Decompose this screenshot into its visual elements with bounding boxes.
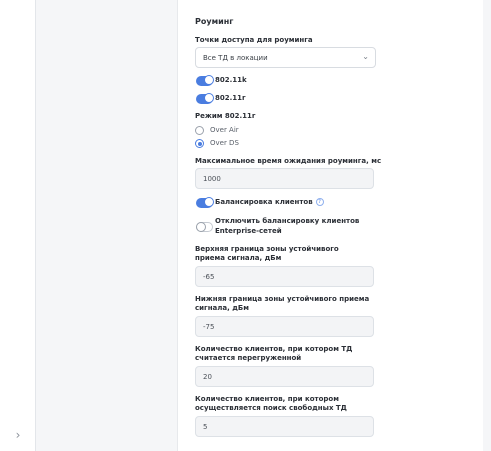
overload-value: 20 <box>203 373 212 381</box>
client-balancing-label-row: Балансировка клиентов? <box>215 198 324 206</box>
roaming-settings-panel: Роуминг Точки доступа для роуминга Все Т… <box>177 0 484 451</box>
search-label: Количество клиентов, при котором осущест… <box>195 395 347 412</box>
radio-over-air-label: Over Air <box>210 126 239 134</box>
lower-bound-label: Нижняя граница зоны устойчивого приема с… <box>195 295 370 312</box>
mode-label: Режим 802.11r <box>195 112 256 120</box>
left-gutter <box>36 0 177 451</box>
toggle-80211k-label: 802.11k <box>215 76 247 84</box>
access-points-select-value: Все ТД в локации <box>203 54 268 62</box>
access-points-label: Точки доступа для роуминга <box>195 36 313 44</box>
upper-bound-label: Верхняя граница зоны устойчивого приема … <box>195 245 339 262</box>
overload-input[interactable]: 20 <box>195 366 374 387</box>
toggle-80211r-label: 802.11r <box>215 94 246 102</box>
info-icon[interactable]: ? <box>315 198 324 206</box>
toggle-80211r[interactable] <box>196 93 214 104</box>
left-panel: › <box>0 0 36 451</box>
section-title: Роуминг <box>195 17 234 26</box>
upper-bound-value: -65 <box>203 273 215 281</box>
radio-over-ds[interactable] <box>195 139 204 148</box>
right-edge <box>483 0 491 451</box>
disable-enterprise-balancing-label: Отключить балансировку клиентов Enterpri… <box>215 217 360 235</box>
chevron-down-icon: ⌄ <box>362 52 369 61</box>
chevron-right-icon[interactable]: › <box>12 428 24 442</box>
max-wait-value: 1000 <box>203 175 221 183</box>
lower-bound-value: -75 <box>203 323 215 331</box>
upper-bound-input[interactable]: -65 <box>195 266 374 287</box>
max-wait-input[interactable]: 1000 <box>195 168 374 189</box>
search-input[interactable]: 5 <box>195 416 374 437</box>
overload-label: Количество клиентов, при котором ТД счит… <box>195 345 353 362</box>
toggle-knob <box>196 222 206 232</box>
access-points-select[interactable]: Все ТД в локации ⌄ <box>195 47 376 68</box>
toggle-disable-enterprise-balancing[interactable] <box>196 222 213 232</box>
radio-over-ds-label: Over DS <box>210 139 239 147</box>
radio-over-air[interactable] <box>195 126 204 135</box>
toggle-knob <box>204 75 214 85</box>
toggle-client-balancing[interactable] <box>196 197 214 208</box>
toggle-knob <box>204 93 214 103</box>
toggle-80211k[interactable] <box>196 75 214 86</box>
max-wait-label: Максимальное время ожидания роуминга, мс <box>195 157 382 165</box>
search-value: 5 <box>203 423 208 431</box>
client-balancing-label: Балансировка клиентов <box>215 198 313 206</box>
toggle-knob <box>204 197 214 207</box>
lower-bound-input[interactable]: -75 <box>195 316 374 337</box>
